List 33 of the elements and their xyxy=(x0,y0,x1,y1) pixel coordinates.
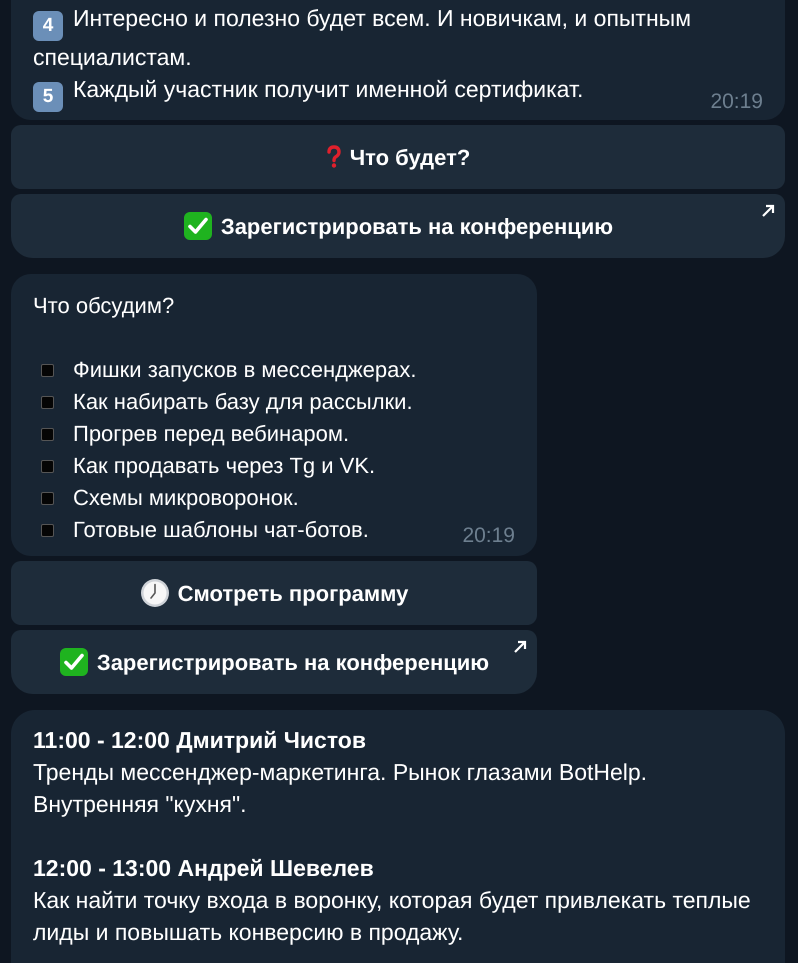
bullet-icon xyxy=(41,428,54,440)
bullet-icon xyxy=(41,364,54,376)
question-mark-icon xyxy=(326,145,342,169)
clock-icon xyxy=(140,578,170,608)
list-item-text: Как продавать через Tg и VK. xyxy=(73,452,376,480)
check-icon xyxy=(182,211,213,241)
session-heading: 11:00 - 12:00 Дмитрий Чистов xyxy=(33,726,367,755)
message-text: 5 Каждый участник получит именной сертификат. xyxy=(33,73,584,112)
list-item-text: Схемы микроворонок. xyxy=(73,484,299,512)
inline-keyboard-button[interactable]: Зарегистрировать на конференцию xyxy=(11,194,785,258)
bullet-icon xyxy=(41,396,54,408)
message-title: Что обсудим? xyxy=(33,292,176,320)
inline-keyboard-button[interactable]: Что будет? xyxy=(11,125,785,189)
bullet-icon xyxy=(41,524,54,536)
inline-keyboard-button[interactable]: Смотреть программу xyxy=(11,561,537,625)
external-link-arrow-icon xyxy=(761,204,775,218)
check-icon xyxy=(58,647,89,677)
number-badge: 5 xyxy=(33,82,63,112)
list-item-text: Прогрев перед вебинаром. xyxy=(73,420,350,448)
message-time: 20:19 xyxy=(710,89,763,115)
bullet-icon xyxy=(41,492,54,504)
session-heading: 12:00 - 13:00 Андрей Шевелев xyxy=(33,854,375,883)
bullet-icon xyxy=(41,460,54,472)
message-time: 20:19 xyxy=(462,523,515,549)
message-text: 4 Интересно и полезно будет всем. И новичкам, и опытным специалистам. xyxy=(33,4,692,72)
session-description: Как найти точку входа в воронку, которая будет привлекать теплые лиды и повышать конверсию в продажу. xyxy=(33,886,752,947)
list-item-text: Как набирать базу для рассылки. xyxy=(73,388,413,416)
inline-keyboard-button[interactable]: Зарегистрировать на конференцию xyxy=(11,630,537,694)
external-link-arrow-icon xyxy=(513,640,527,654)
list-item-text: Фишки запусков в мессенджерах. xyxy=(73,356,417,384)
session-description: Тренды мессенджер-маркетинга. Рынок глазами BotHelp. Внутренняя "кухня". xyxy=(33,758,648,819)
list-item-text: Готовые шаблоны чат-ботов. xyxy=(73,516,369,544)
number-badge: 4 xyxy=(33,11,63,41)
